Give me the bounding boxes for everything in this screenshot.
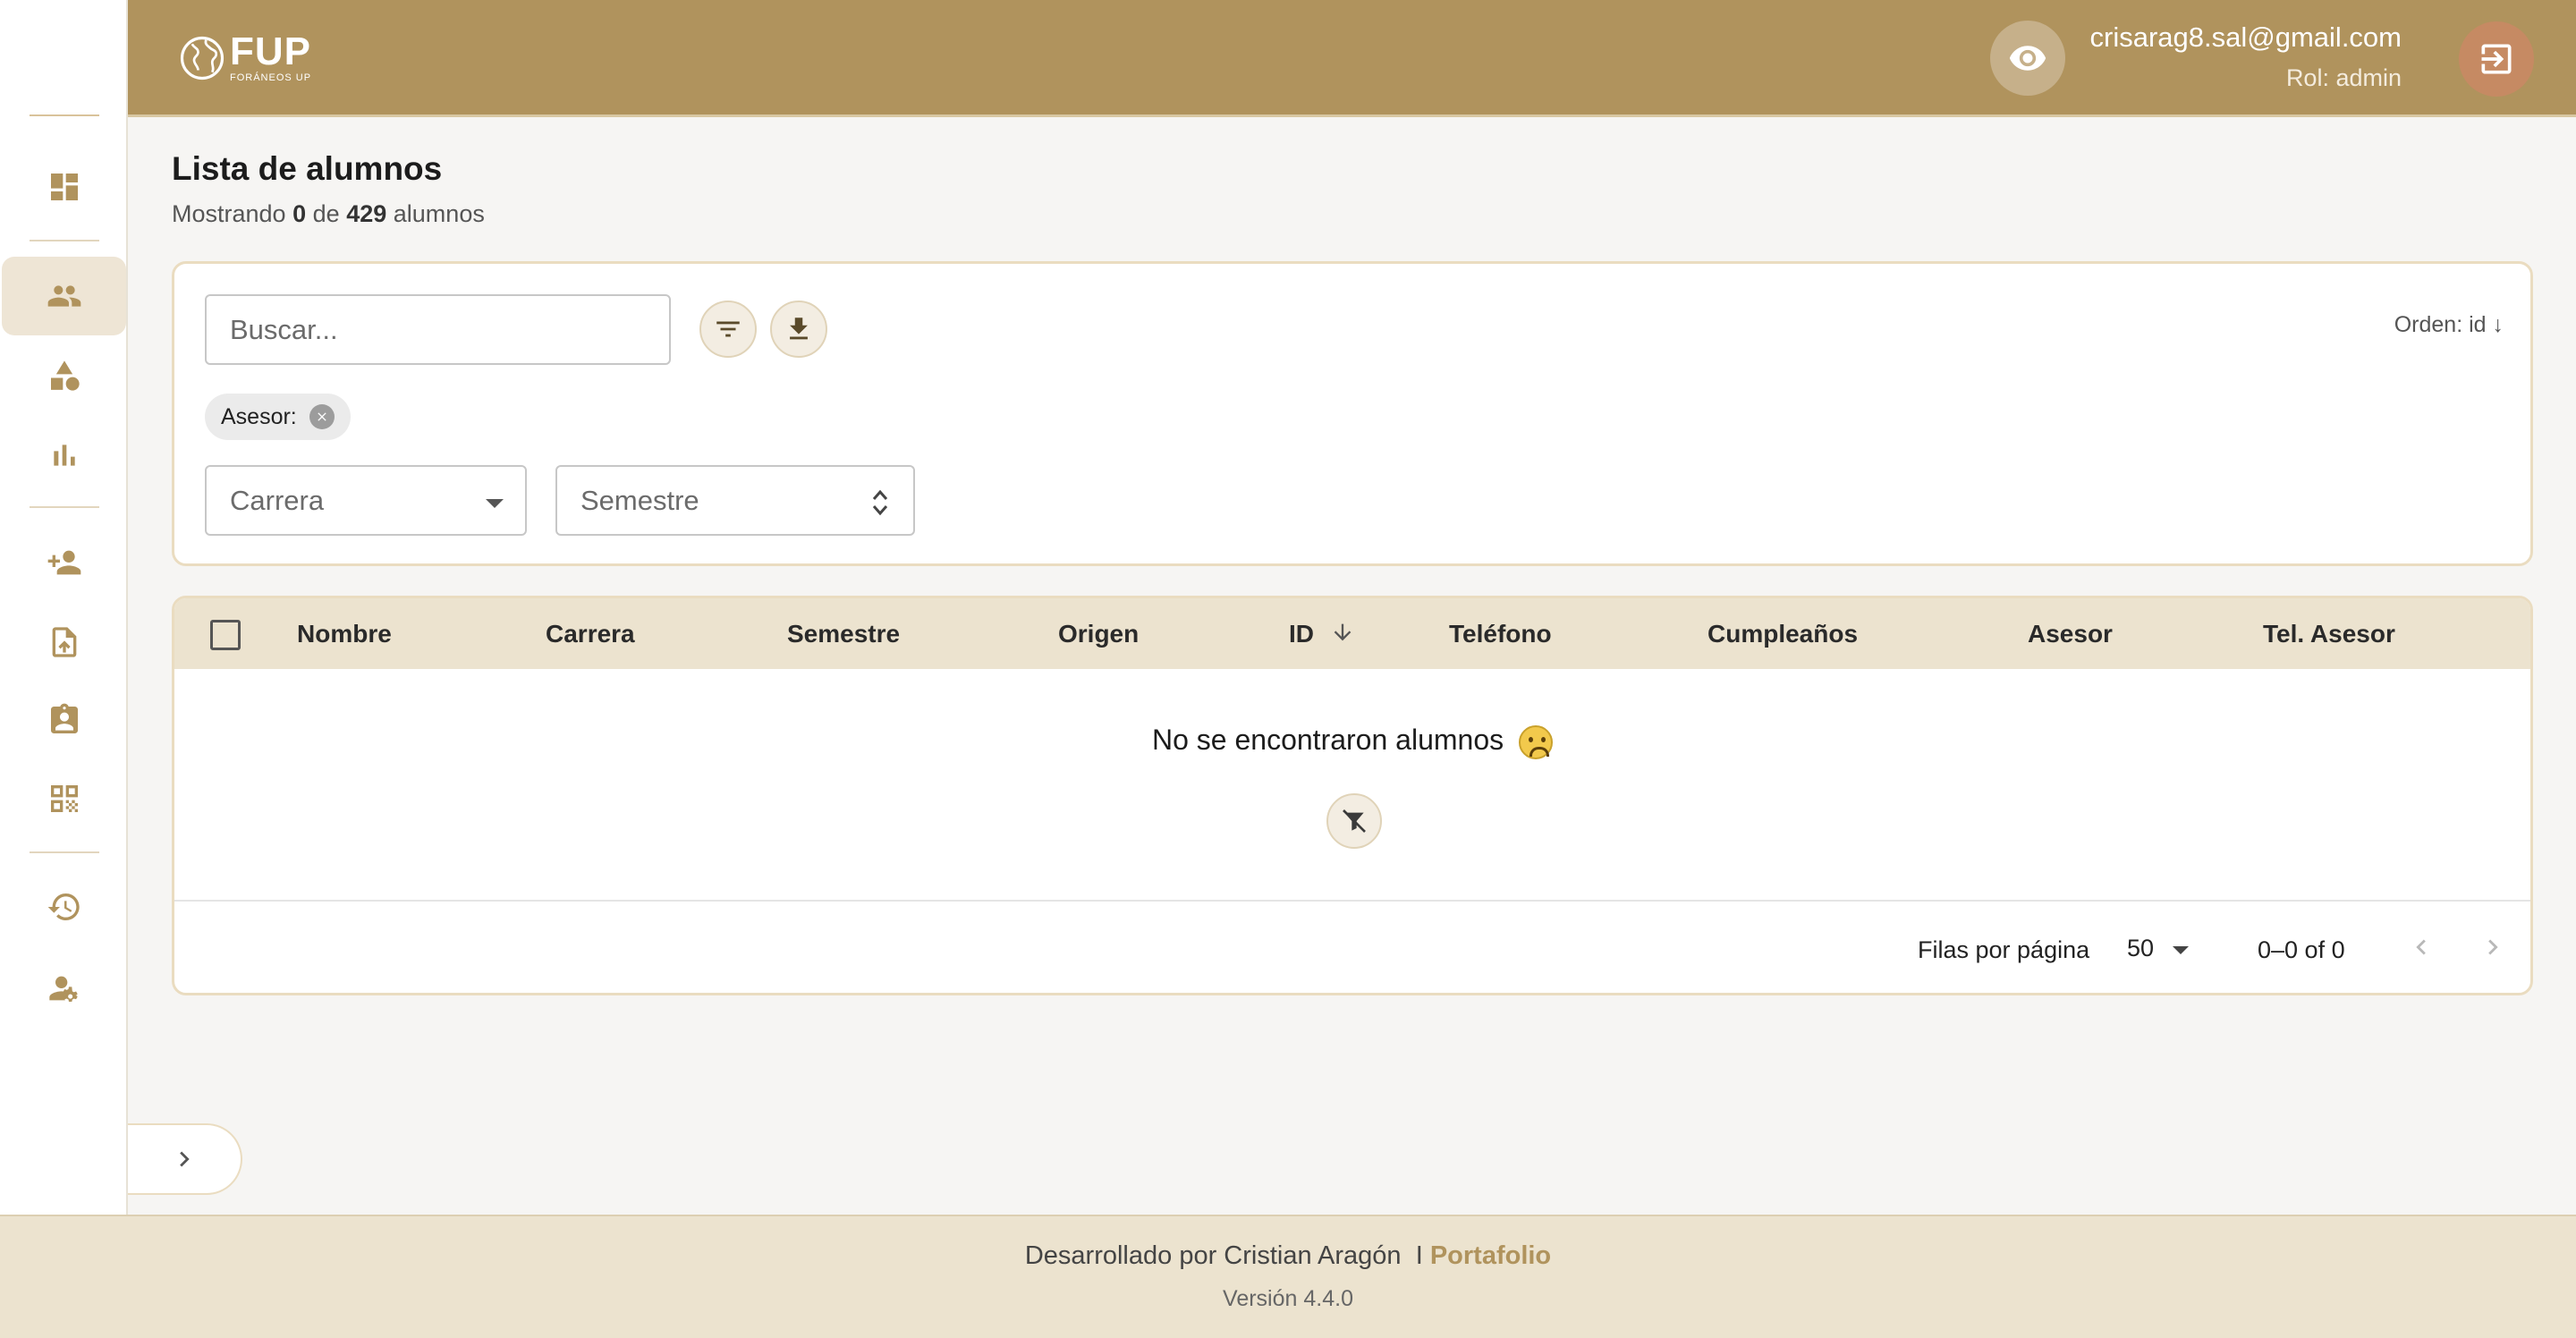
view-mode-button[interactable] (1990, 21, 2065, 96)
file-upload-icon (52, 627, 76, 657)
chevron-left-icon (2416, 939, 2426, 955)
top-header: FUP FORÁNEOS UP crisarag8.sal@gmail.com … (128, 0, 2576, 117)
footer-separator: I (1415, 1241, 1423, 1270)
dashboard-icon (50, 174, 78, 200)
user-email: crisarag8.sal@gmail.com (2089, 21, 2402, 53)
sidebar (0, 0, 128, 1215)
chevron-down-icon[interactable] (2173, 946, 2189, 954)
user-gear-icon (48, 976, 78, 1002)
chevron-right-icon (180, 1151, 190, 1167)
filter-button[interactable] (699, 301, 757, 358)
chevron-right-icon (2488, 939, 2498, 955)
user-role: Rol: admin (2285, 64, 2402, 91)
career-placeholder: Carrera (230, 484, 325, 516)
shapes-icon (50, 360, 80, 391)
sidebar-item-dashboard[interactable] (0, 148, 128, 226)
column-header[interactable]: Nombre (297, 620, 392, 648)
footer-credit-line: Desarrollado por Cristian Aragón I Porta… (0, 1241, 2576, 1271)
filter-list-icon (716, 321, 740, 337)
logo-title: FUP (230, 30, 311, 73)
career-select[interactable]: Carrera (205, 465, 527, 536)
students-table: Nombre Carrera Semestre Origen ID Teléfo… (172, 596, 2533, 995)
column-header[interactable]: Tel. Asesor (2263, 620, 2395, 648)
next-page-button[interactable] (2471, 926, 2514, 969)
sidebar-item-qr[interactable] (0, 759, 128, 838)
filter-card: Buscar... Orden: id ↓ Asesor: Carrera Se… (172, 261, 2533, 566)
semester-stepper[interactable]: Semestre (555, 465, 915, 536)
chip-label: Asesor: (221, 403, 297, 429)
column-header[interactable]: Carrera (546, 620, 635, 648)
sidebar-item-students[interactable] (2, 257, 126, 335)
portfolio-link[interactable]: Portafolio (1430, 1241, 1551, 1270)
download-icon (790, 318, 808, 340)
sidebar-item-add-student[interactable] (0, 523, 128, 602)
filter-chip-asesor[interactable]: Asesor: (205, 394, 351, 440)
empty-state-text: No se encontraron alumnos (1152, 724, 1504, 756)
footer-credit: Desarrollado por Cristian Aragón (1024, 1241, 1402, 1270)
column-header[interactable]: Teléfono (1449, 620, 1552, 648)
rows-per-page-select[interactable]: 50 (2127, 935, 2154, 962)
sidebar-divider (30, 240, 99, 241)
eye-icon (2009, 46, 2046, 71)
sad-face-icon (1519, 724, 1553, 759)
order-label[interactable]: Orden: id ↓ (2394, 312, 2504, 338)
sidebar-divider (30, 851, 99, 853)
stepper-icon[interactable] (870, 487, 890, 519)
download-button[interactable] (770, 301, 827, 358)
semester-placeholder: Semestre (580, 484, 699, 516)
clipboard-person-icon (50, 703, 78, 733)
select-all-checkbox[interactable] (210, 620, 241, 650)
subtitle-mid: de (312, 200, 340, 227)
subtitle-prefix: Mostrando (172, 200, 286, 227)
column-header-id[interactable]: ID (1289, 620, 1355, 651)
clear-filters-button[interactable] (1326, 793, 1382, 849)
search-input[interactable]: Buscar... (205, 294, 671, 365)
sidebar-item-upload[interactable] (0, 603, 128, 682)
search-placeholder: Buscar... (230, 313, 338, 345)
sidebar-item-stats[interactable] (0, 416, 128, 495)
chip-remove-icon[interactable] (309, 404, 335, 429)
shown-count: 0 (292, 200, 307, 227)
page-subtitle: Mostrando 0 de 429 alumnos (172, 200, 485, 228)
column-header[interactable]: Asesor (2028, 620, 2113, 648)
history-icon (47, 893, 80, 920)
qr-code-icon (50, 785, 78, 812)
logo-subtitle: FORÁNEOS UP (230, 72, 312, 83)
sidebar-divider (30, 506, 99, 508)
table-footer-divider (174, 900, 2530, 902)
rows-per-page-label: Filas por página (1918, 936, 2090, 963)
previous-page-button[interactable] (2400, 926, 2443, 969)
logo[interactable]: FUP FORÁNEOS UP (178, 32, 311, 83)
footer: Desarrollado por Cristian Aragón I Porta… (0, 1215, 2576, 1338)
sidebar-item-assignments[interactable] (0, 681, 128, 759)
subtitle-suffix: alumnos (393, 200, 485, 227)
column-header-label: ID (1289, 620, 1314, 648)
column-header[interactable]: Semestre (787, 620, 900, 648)
filter-off-icon (1343, 809, 1366, 833)
person-add-icon (47, 550, 80, 575)
page-title: Lista de alumnos (172, 150, 443, 187)
people-icon (47, 285, 80, 307)
chevron-down-icon (486, 499, 504, 508)
sidebar-item-user-settings[interactable] (0, 949, 128, 1028)
arrow-down-icon (1330, 620, 1355, 651)
pagination-range: 0–0 of 0 (2258, 936, 2345, 963)
sidebar-item-categories[interactable] (0, 336, 128, 415)
sidebar-divider (30, 114, 99, 116)
logout-button[interactable] (2459, 21, 2534, 97)
total-count: 429 (346, 200, 387, 227)
logout-icon (2481, 44, 2512, 74)
footer-version: Versión 4.4.0 (1223, 1286, 1353, 1311)
table-header: Nombre Carrera Semestre Origen ID Teléfo… (174, 598, 2530, 669)
bar-chart-icon (53, 445, 75, 466)
column-header[interactable]: Cumpleaños (1707, 620, 1858, 648)
column-header[interactable]: Origen (1058, 620, 1139, 648)
empty-state-message: No se encontraron alumnos (174, 724, 2530, 759)
expand-sidebar-button[interactable] (128, 1123, 242, 1195)
sidebar-item-history[interactable] (0, 868, 128, 946)
globe-icon (180, 36, 225, 80)
